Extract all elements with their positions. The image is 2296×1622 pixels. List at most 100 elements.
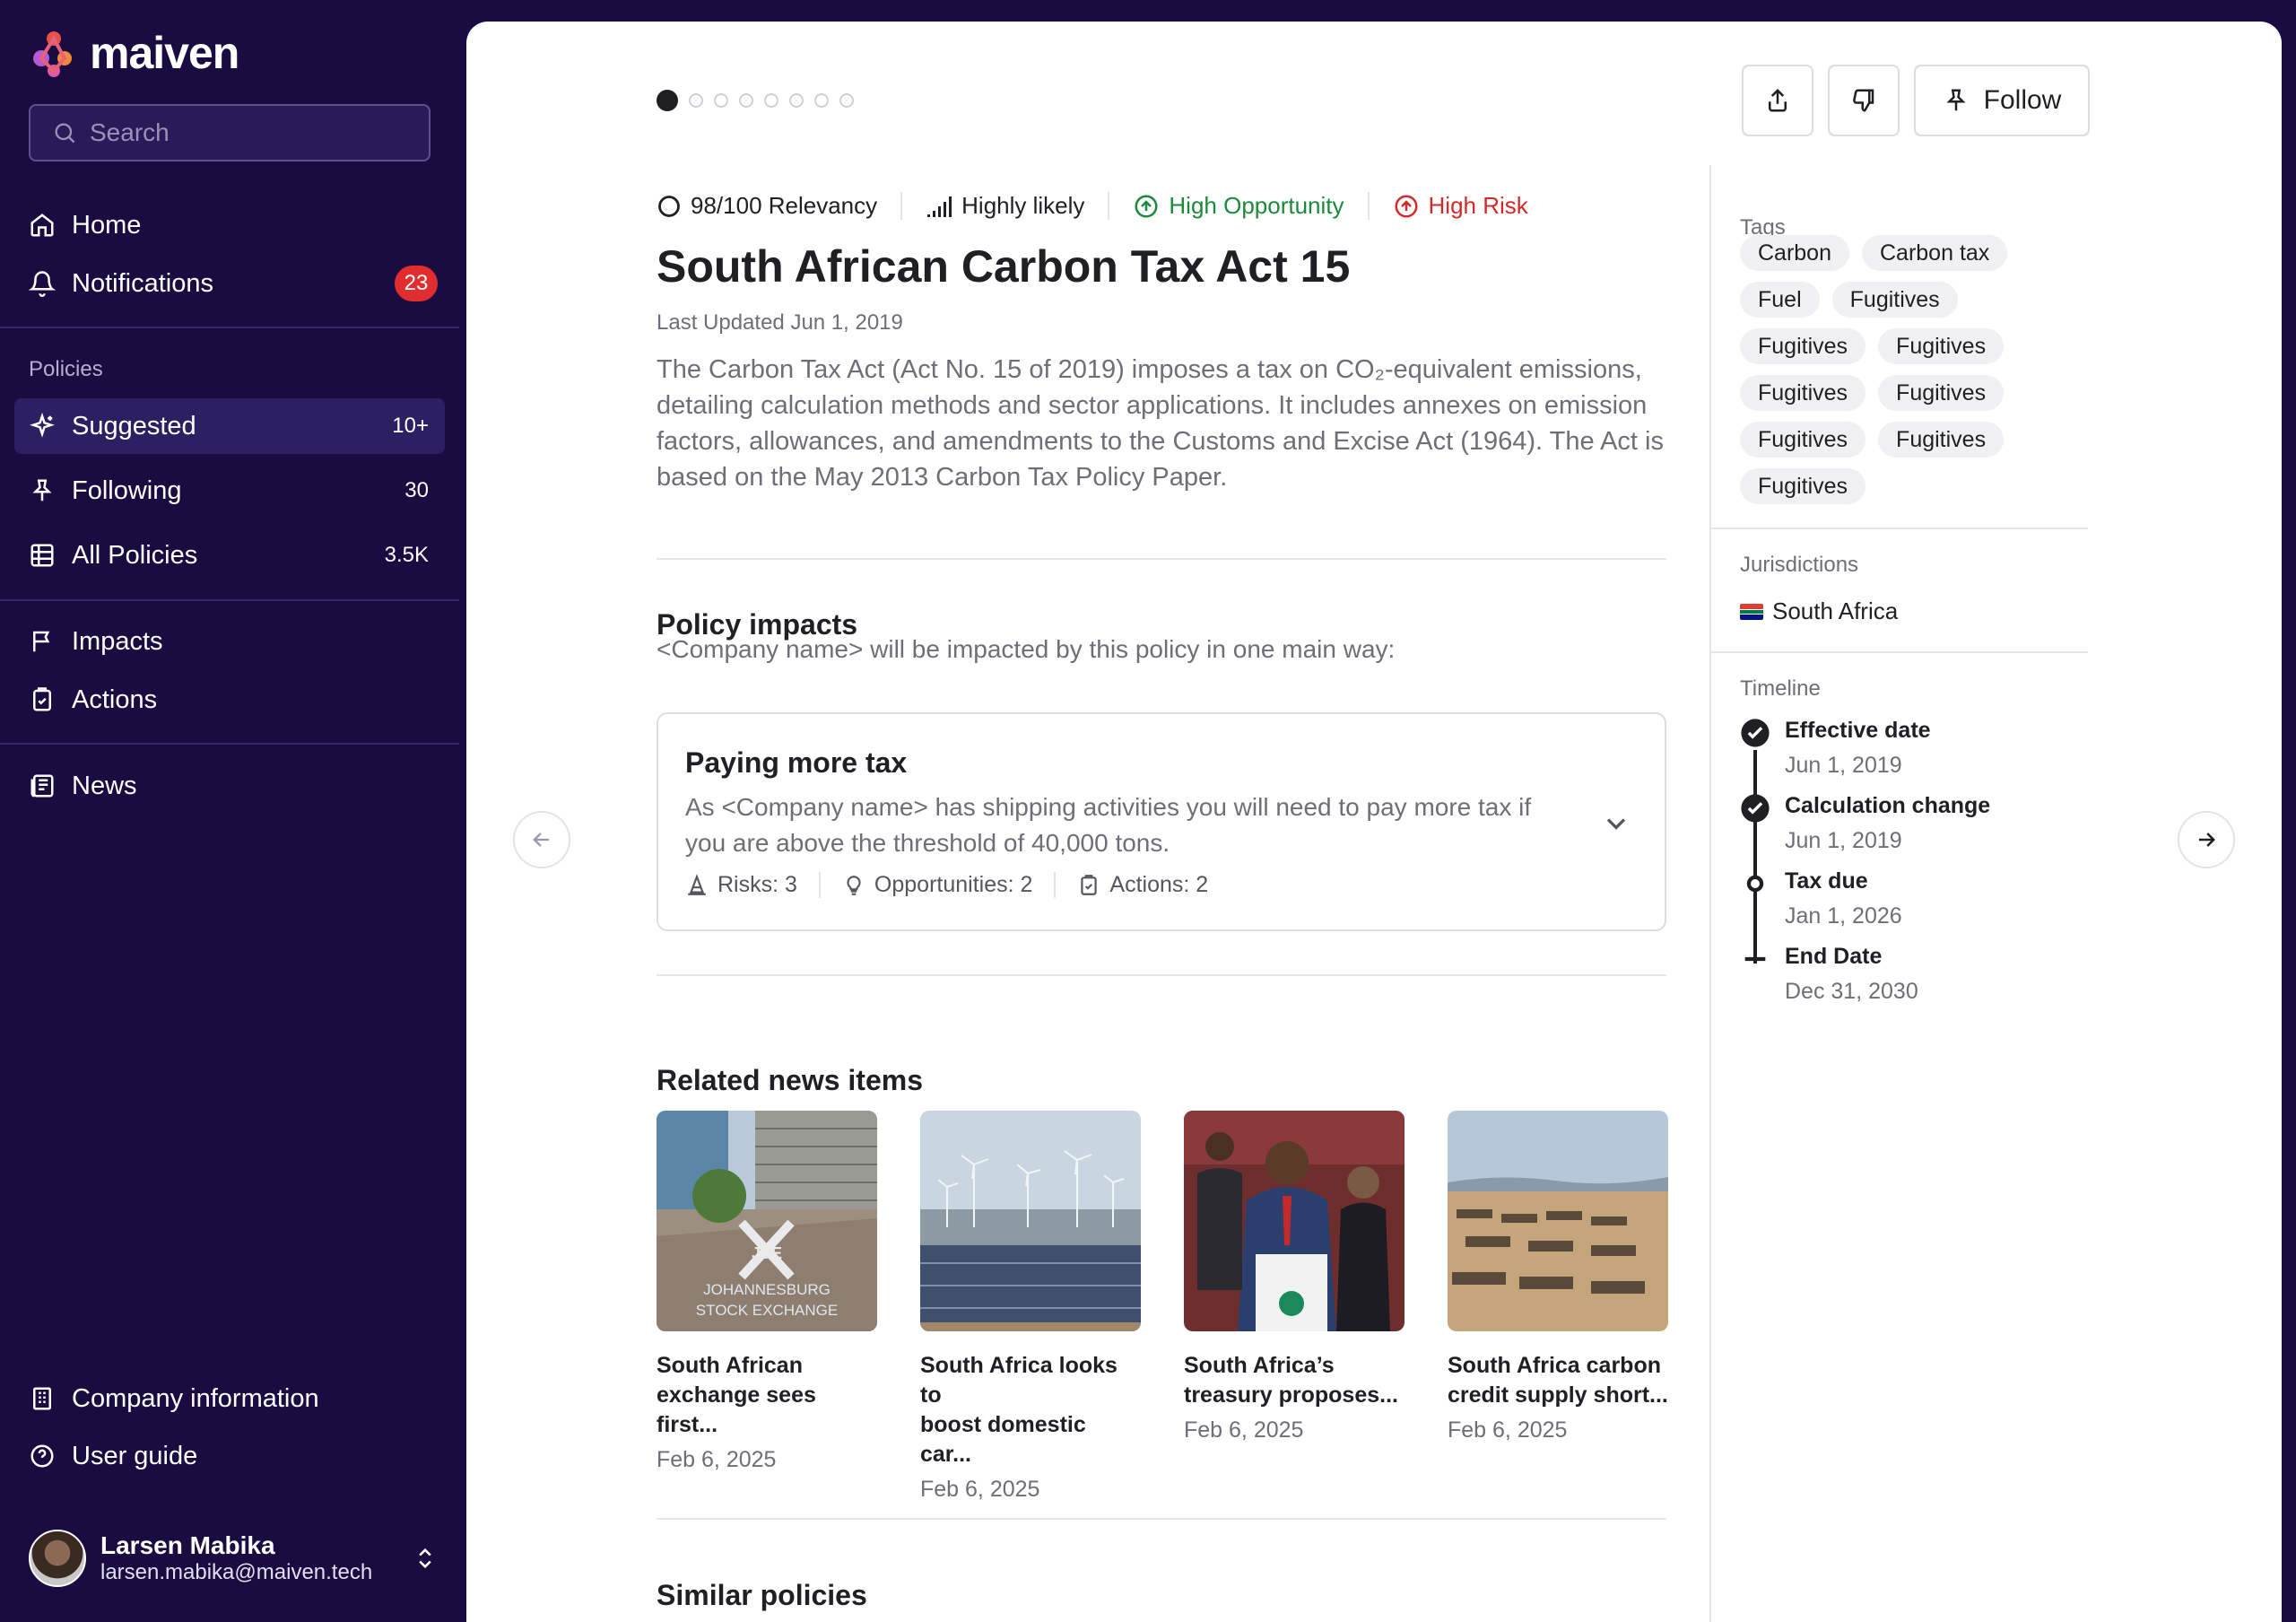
section-divider	[657, 974, 1666, 976]
follow-label: Follow	[1983, 85, 2062, 115]
chevron-up-down-icon[interactable]	[413, 1546, 438, 1571]
news-title-line: South Africa looks to	[920, 1353, 1118, 1408]
search-input[interactable]	[90, 118, 413, 147]
news-title-line: boost domestic car...	[920, 1412, 1086, 1467]
rail-divider	[1711, 651, 2088, 653]
nav-following[interactable]: Following 30	[14, 463, 445, 519]
nav-suggested[interactable]: Suggested 10+	[14, 398, 445, 454]
pagination-dot[interactable]	[657, 90, 678, 111]
nav-all-policies[interactable]: All Policies 3.5K	[14, 528, 445, 583]
tag[interactable]: Fugitives	[1878, 328, 2005, 364]
nav-news[interactable]: News	[14, 758, 445, 814]
nav-notifications[interactable]: Notifications 23	[14, 256, 445, 311]
previous-button[interactable]	[513, 811, 570, 868]
policies-section-label: Policies	[29, 357, 103, 381]
news-card[interactable]: South Africa’s treasury proposes... Feb …	[1184, 1111, 1405, 1503]
share-icon	[1769, 88, 1787, 112]
help-circle-icon	[30, 1444, 54, 1468]
pagination-dot[interactable]	[739, 93, 753, 108]
section-divider	[657, 1518, 1666, 1520]
timeline-date: Jun 1, 2019	[1785, 753, 1902, 778]
relevancy-text: 98/100 Relevancy	[691, 192, 878, 219]
timeline-title: End Date	[1785, 944, 1883, 969]
bell-icon	[29, 271, 56, 297]
news-image-text: JSE	[752, 1244, 782, 1262]
timeline-line	[1753, 750, 1757, 964]
pagination-dot[interactable]	[789, 93, 804, 108]
news-card[interactable]: South Africa looks to boost domestic car…	[920, 1111, 1141, 1503]
chevron-down-icon[interactable]	[1600, 807, 1632, 840]
tag[interactable]: Fugitives	[1878, 375, 2005, 411]
tag[interactable]: Fugitives	[1878, 422, 2005, 458]
follow-button[interactable]: Follow	[1914, 65, 2090, 136]
tag[interactable]: Carbon	[1740, 235, 1849, 271]
tag-list: Carbon Carbon tax Fuel Fugitives Fugitiv…	[1740, 235, 2072, 504]
news-date: Feb 6, 2025	[1184, 1417, 1304, 1443]
tag[interactable]: Fugitives	[1740, 375, 1866, 411]
signal-bars-icon	[927, 196, 952, 217]
similar-policies-heading: Similar policies	[657, 1579, 867, 1611]
tag[interactable]: Fugitives	[1831, 282, 1958, 318]
nav-following-label: Following	[72, 475, 182, 505]
news-date: Feb 6, 2025	[920, 1477, 1040, 1502]
timeline-item: Effective date Jun 1, 2019	[1740, 718, 1931, 779]
timeline-item: Calculation change Jun 1, 2019	[1740, 793, 1990, 854]
circle-progress-icon	[658, 195, 680, 217]
tag[interactable]: Fugitives	[1740, 468, 1866, 504]
next-button[interactable]	[2178, 811, 2235, 868]
opportunities-count: Opportunities: 2	[874, 872, 1033, 897]
news-card[interactable]: South Africa carbon credit supply short.…	[1448, 1111, 1668, 1503]
timeline-title: Calculation change	[1785, 793, 1991, 818]
impact-card[interactable]: Paying more tax As <Company name> has sh…	[657, 712, 1666, 931]
news-title-line: South Africa’s	[1184, 1353, 1335, 1378]
tag[interactable]: Carbon tax	[1862, 235, 2008, 271]
sidebar-divider	[0, 327, 459, 328]
pagination-dot[interactable]	[689, 93, 703, 108]
news-title: South Africa looks to boost domestic car…	[920, 1351, 1141, 1469]
news-list: JSE JOHANNESBURG STOCK EXCHANGE South Af…	[657, 1111, 1668, 1503]
opportunity-indicator: High Opportunity	[1108, 192, 1367, 220]
jurisdiction-name: South Africa	[1772, 597, 1899, 624]
nav-user-guide[interactable]: User guide	[14, 1428, 445, 1484]
app-name: maiven	[90, 28, 239, 78]
news-title-line: South African	[657, 1353, 803, 1378]
pagination-dot[interactable]	[839, 93, 854, 108]
pin-icon	[1946, 89, 1966, 111]
nav-home[interactable]: Home	[14, 197, 445, 253]
tag[interactable]: Fuel	[1740, 282, 1820, 318]
news-card[interactable]: JSE JOHANNESBURG STOCK EXCHANGE South Af…	[657, 1111, 877, 1503]
pagination-dot[interactable]	[764, 93, 778, 108]
logo[interactable]: maiven	[29, 27, 239, 79]
risks-stat: Risks: 3	[685, 872, 819, 898]
user-menu[interactable]: Larsen Mabika larsen.mabika@maiven.tech	[29, 1527, 438, 1590]
sidebar: maiven Home Notifications 23 Policies Su…	[0, 0, 466, 1622]
home-icon	[30, 214, 54, 237]
cone-icon	[688, 873, 706, 895]
notifications-badge: 23	[395, 266, 438, 301]
tag[interactable]: Fugitives	[1740, 328, 1866, 364]
dislike-button[interactable]	[1828, 65, 1900, 136]
nav-actions[interactable]: Actions	[14, 672, 445, 728]
timeline-title: Effective date	[1785, 718, 1931, 743]
news-title: South Africa carbon credit supply short.…	[1448, 1351, 1668, 1410]
clipboard-check-icon	[33, 687, 51, 711]
pagination-dot[interactable]	[714, 93, 728, 108]
last-updated: Last Updated Jun 1, 2019	[657, 310, 903, 335]
nav-news-label: News	[72, 771, 137, 800]
pagination-dot[interactable]	[814, 93, 829, 108]
nav-actions-label: Actions	[72, 685, 158, 714]
related-news-heading: Related news items	[657, 1064, 923, 1096]
search-box[interactable]	[29, 104, 430, 161]
jurisdiction[interactable]: South Africa	[1740, 597, 1898, 625]
nav-company-information[interactable]: Company information	[14, 1371, 445, 1426]
nav-suggested-label: Suggested	[72, 411, 196, 440]
timeline-item: End Date Dec 31, 2030	[1740, 944, 1918, 1005]
nav-company-information-label: Company information	[72, 1383, 319, 1413]
nav-impacts[interactable]: Impacts	[14, 614, 445, 669]
south-africa-flag-icon	[1740, 603, 1763, 620]
tag[interactable]: Fugitives	[1740, 422, 1866, 458]
timeline-item: Tax due Jan 1, 2026	[1740, 868, 1902, 929]
share-button[interactable]	[1742, 65, 1813, 136]
impact-stats: Risks: 3 Opportunities: 2 Actions: 2	[685, 872, 1230, 898]
user-email: larsen.mabika@maiven.tech	[100, 1560, 373, 1584]
